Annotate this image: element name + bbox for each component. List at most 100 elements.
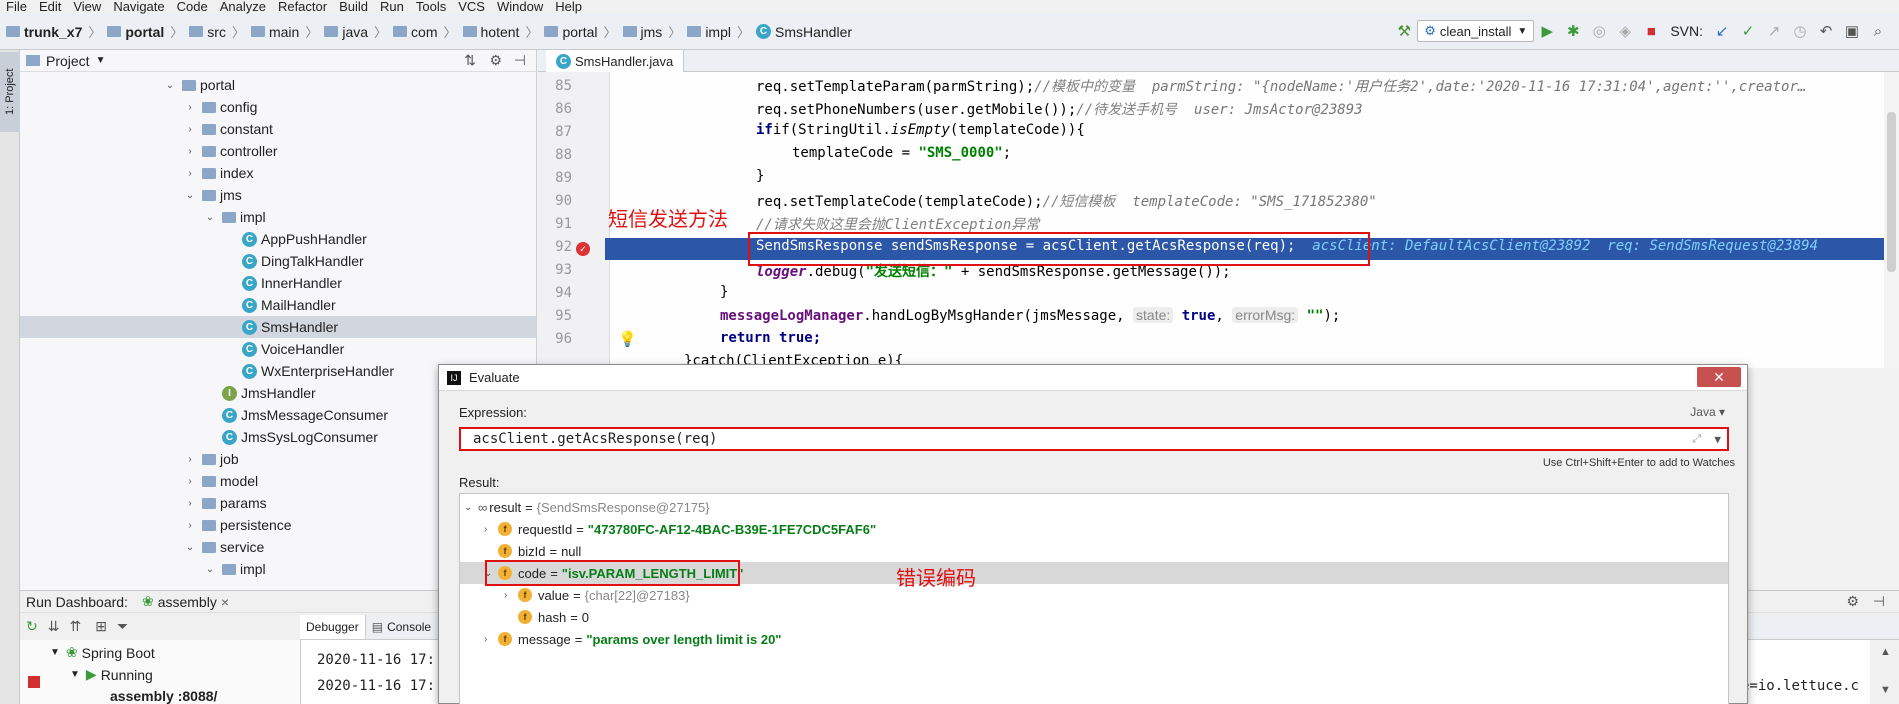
stop-icon[interactable]: ■ [1642,22,1660,40]
field-requestId[interactable]: › f requestId = "473780FC-AF12-4BAC-B39E-1… [484,518,876,540]
chevron-down-icon[interactable]: ▼ [96,55,106,66]
breadcrumb-item[interactable]: impl [705,24,731,40]
menu-edit[interactable]: Edit [33,0,67,14]
chevron-right-icon[interactable]: › [484,524,498,535]
chevron-right-icon[interactable]: › [184,124,196,135]
tree-item-dingtalkhandler[interactable]: C DingTalkHandler [224,250,364,272]
tree-item-mailhandler[interactable]: C MailHandler [224,294,336,316]
chevron-right-icon[interactable]: › [184,102,196,113]
dialog-titlebar[interactable]: IJ Evaluate ✕ [439,365,1747,391]
breadcrumb-item[interactable]: java [342,24,368,40]
tree-item-config[interactable]: › config [184,96,257,118]
collapse-all-icon[interactable]: ⇈ [69,618,81,635]
expression-input[interactable]: acsClient.getAcsResponse(req) ⤢ ▼ [459,427,1729,451]
chevron-down-icon[interactable]: ⌄ [204,564,216,575]
console-scrollbar[interactable]: ▲ ▼ [1870,640,1899,704]
profile-icon[interactable]: ◈ [1616,22,1634,40]
menu-run[interactable]: Run [374,0,410,14]
tree-item-job[interactable]: › job [184,448,238,470]
close-icon[interactable]: × [221,594,229,610]
run-config-tab[interactable]: assembly [158,594,217,610]
tree-item-controller[interactable]: › controller [184,140,277,162]
chevron-down-icon[interactable]: ⌄ [164,80,176,91]
tree-item-voicehandler[interactable]: C VoiceHandler [224,338,344,360]
chevron-right-icon[interactable]: › [184,168,196,179]
field-value[interactable]: › f value = {char[22]@27183} [504,584,690,606]
chevron-right-icon[interactable]: › [184,146,196,157]
breadcrumb-item[interactable]: src [207,24,226,40]
run-config-select[interactable]: ⚙ clean_install ▼ [1417,20,1535,42]
tree-item-persistence[interactable]: › persistence [184,514,291,536]
field-message[interactable]: › f message = "params over length limit is… [484,628,781,650]
menu-window[interactable]: Window [491,0,549,14]
svn-compare-icon[interactable]: ↗ [1765,22,1783,40]
menu-help[interactable]: Help [549,0,588,14]
chevron-down-icon[interactable]: ⌄ [204,212,216,223]
hide-icon[interactable]: ⊣ [514,52,526,69]
tree-item-portal[interactable]: ⌄ portal [164,74,235,96]
chevron-down-icon[interactable]: ⌄ [184,190,196,201]
breadcrumb-item[interactable]: portal [562,24,597,40]
scrollbar-thumb[interactable] [1887,112,1896,272]
stop-icon[interactable] [28,676,40,688]
scroll-down-icon[interactable]: ▼ [1880,684,1891,696]
field-bizId[interactable]: f bizId = null [498,540,581,562]
editor-scrollbar[interactable] [1884,72,1899,368]
tab-smshandler[interactable]: C SmsHandler.java [546,50,685,72]
tab-console[interactable]: ▤ Console [366,615,437,639]
gear-icon[interactable]: ⚙ [489,52,502,69]
tab-debugger[interactable]: Debugger [300,615,366,639]
menu-file[interactable]: File [0,0,33,14]
hide-icon[interactable]: ⊣ [1873,593,1885,610]
breadcrumb-item[interactable]: trunk_x7 [24,24,82,40]
breadcrumb-item[interactable]: com [411,24,437,40]
close-button[interactable]: ✕ [1697,367,1741,387]
menu-build[interactable]: Build [333,0,374,14]
tree-item-apppushhandler[interactable]: C AppPushHandler [224,228,367,250]
debug-icon[interactable]: ✱ [1564,22,1582,40]
field-hash[interactable]: f hash = 0 [518,606,589,628]
tree-item-innerhandler[interactable]: C InnerHandler [224,272,342,294]
search-icon[interactable]: ⌕ [1869,22,1887,40]
scroll-up-icon[interactable]: ▲ [1880,646,1891,658]
breadcrumb-item[interactable]: main [269,24,299,40]
tree-item-jmshandler[interactable]: I JmsHandler [204,382,316,404]
project-tool-tab[interactable]: 1: Project [0,52,20,132]
tree-item-model[interactable]: › model [184,470,258,492]
project-structure-icon[interactable]: ▣ [1843,22,1861,40]
tree-item-index[interactable]: › index [184,162,253,184]
breakpoint-icon[interactable]: ✓ [576,242,590,256]
tree-item-impl[interactable]: ⌄ impl [204,206,266,228]
breadcrumb-item[interactable]: portal [125,24,164,40]
tree-item-constant[interactable]: › constant [184,118,273,140]
menu-refactor[interactable]: Refactor [272,0,333,14]
language-select[interactable]: Java ▾ [1690,405,1725,419]
gear-icon[interactable]: ⚙ [1846,593,1859,610]
coverage-icon[interactable]: ◎ [1590,22,1608,40]
menu-vcs[interactable]: VCS [452,0,491,14]
menu-analyze[interactable]: Analyze [214,0,272,14]
tree-item-jmssyslogconsumer[interactable]: C JmsSysLogConsumer [204,426,378,448]
svn-update-icon[interactable]: ↙ [1713,22,1731,40]
tree-item-wxenterprisehandler[interactable]: C WxEnterpriseHandler [224,360,394,382]
expand-all-icon[interactable]: ⇊ [48,618,60,635]
tree-item-smshandler[interactable]: C SmsHandler [20,316,537,338]
chevron-down-icon[interactable]: ▼ [1714,433,1721,446]
menu-code[interactable]: Code [171,0,214,14]
tree-item-params[interactable]: › params [184,492,266,514]
hammer-icon[interactable]: ⚒ [1395,22,1413,40]
tree-running[interactable]: ▼ ▶ Running [70,666,153,683]
collapse-icon[interactable]: ⇅ [464,52,476,69]
chevron-right-icon[interactable]: › [504,590,518,601]
chevron-down-icon[interactable]: ⌄ [464,502,478,513]
tree-item-jms[interactable]: ⌄ jms [184,184,242,206]
rerun-icon[interactable]: ↻ [26,618,38,635]
chevron-right-icon[interactable]: › [184,476,196,487]
run-icon[interactable]: ▶ [1538,22,1556,40]
chevron-right-icon[interactable]: › [484,634,498,645]
result-root[interactable]: ⌄ ∞ result = {SendSmsResponse@27175} [464,496,710,518]
expand-icon[interactable]: ⤢ [1692,432,1701,446]
tree-assembly[interactable]: assembly :8088/ [110,688,217,704]
project-panel-title[interactable]: Project [46,53,90,69]
breadcrumb-item[interactable]: jms [641,24,663,40]
